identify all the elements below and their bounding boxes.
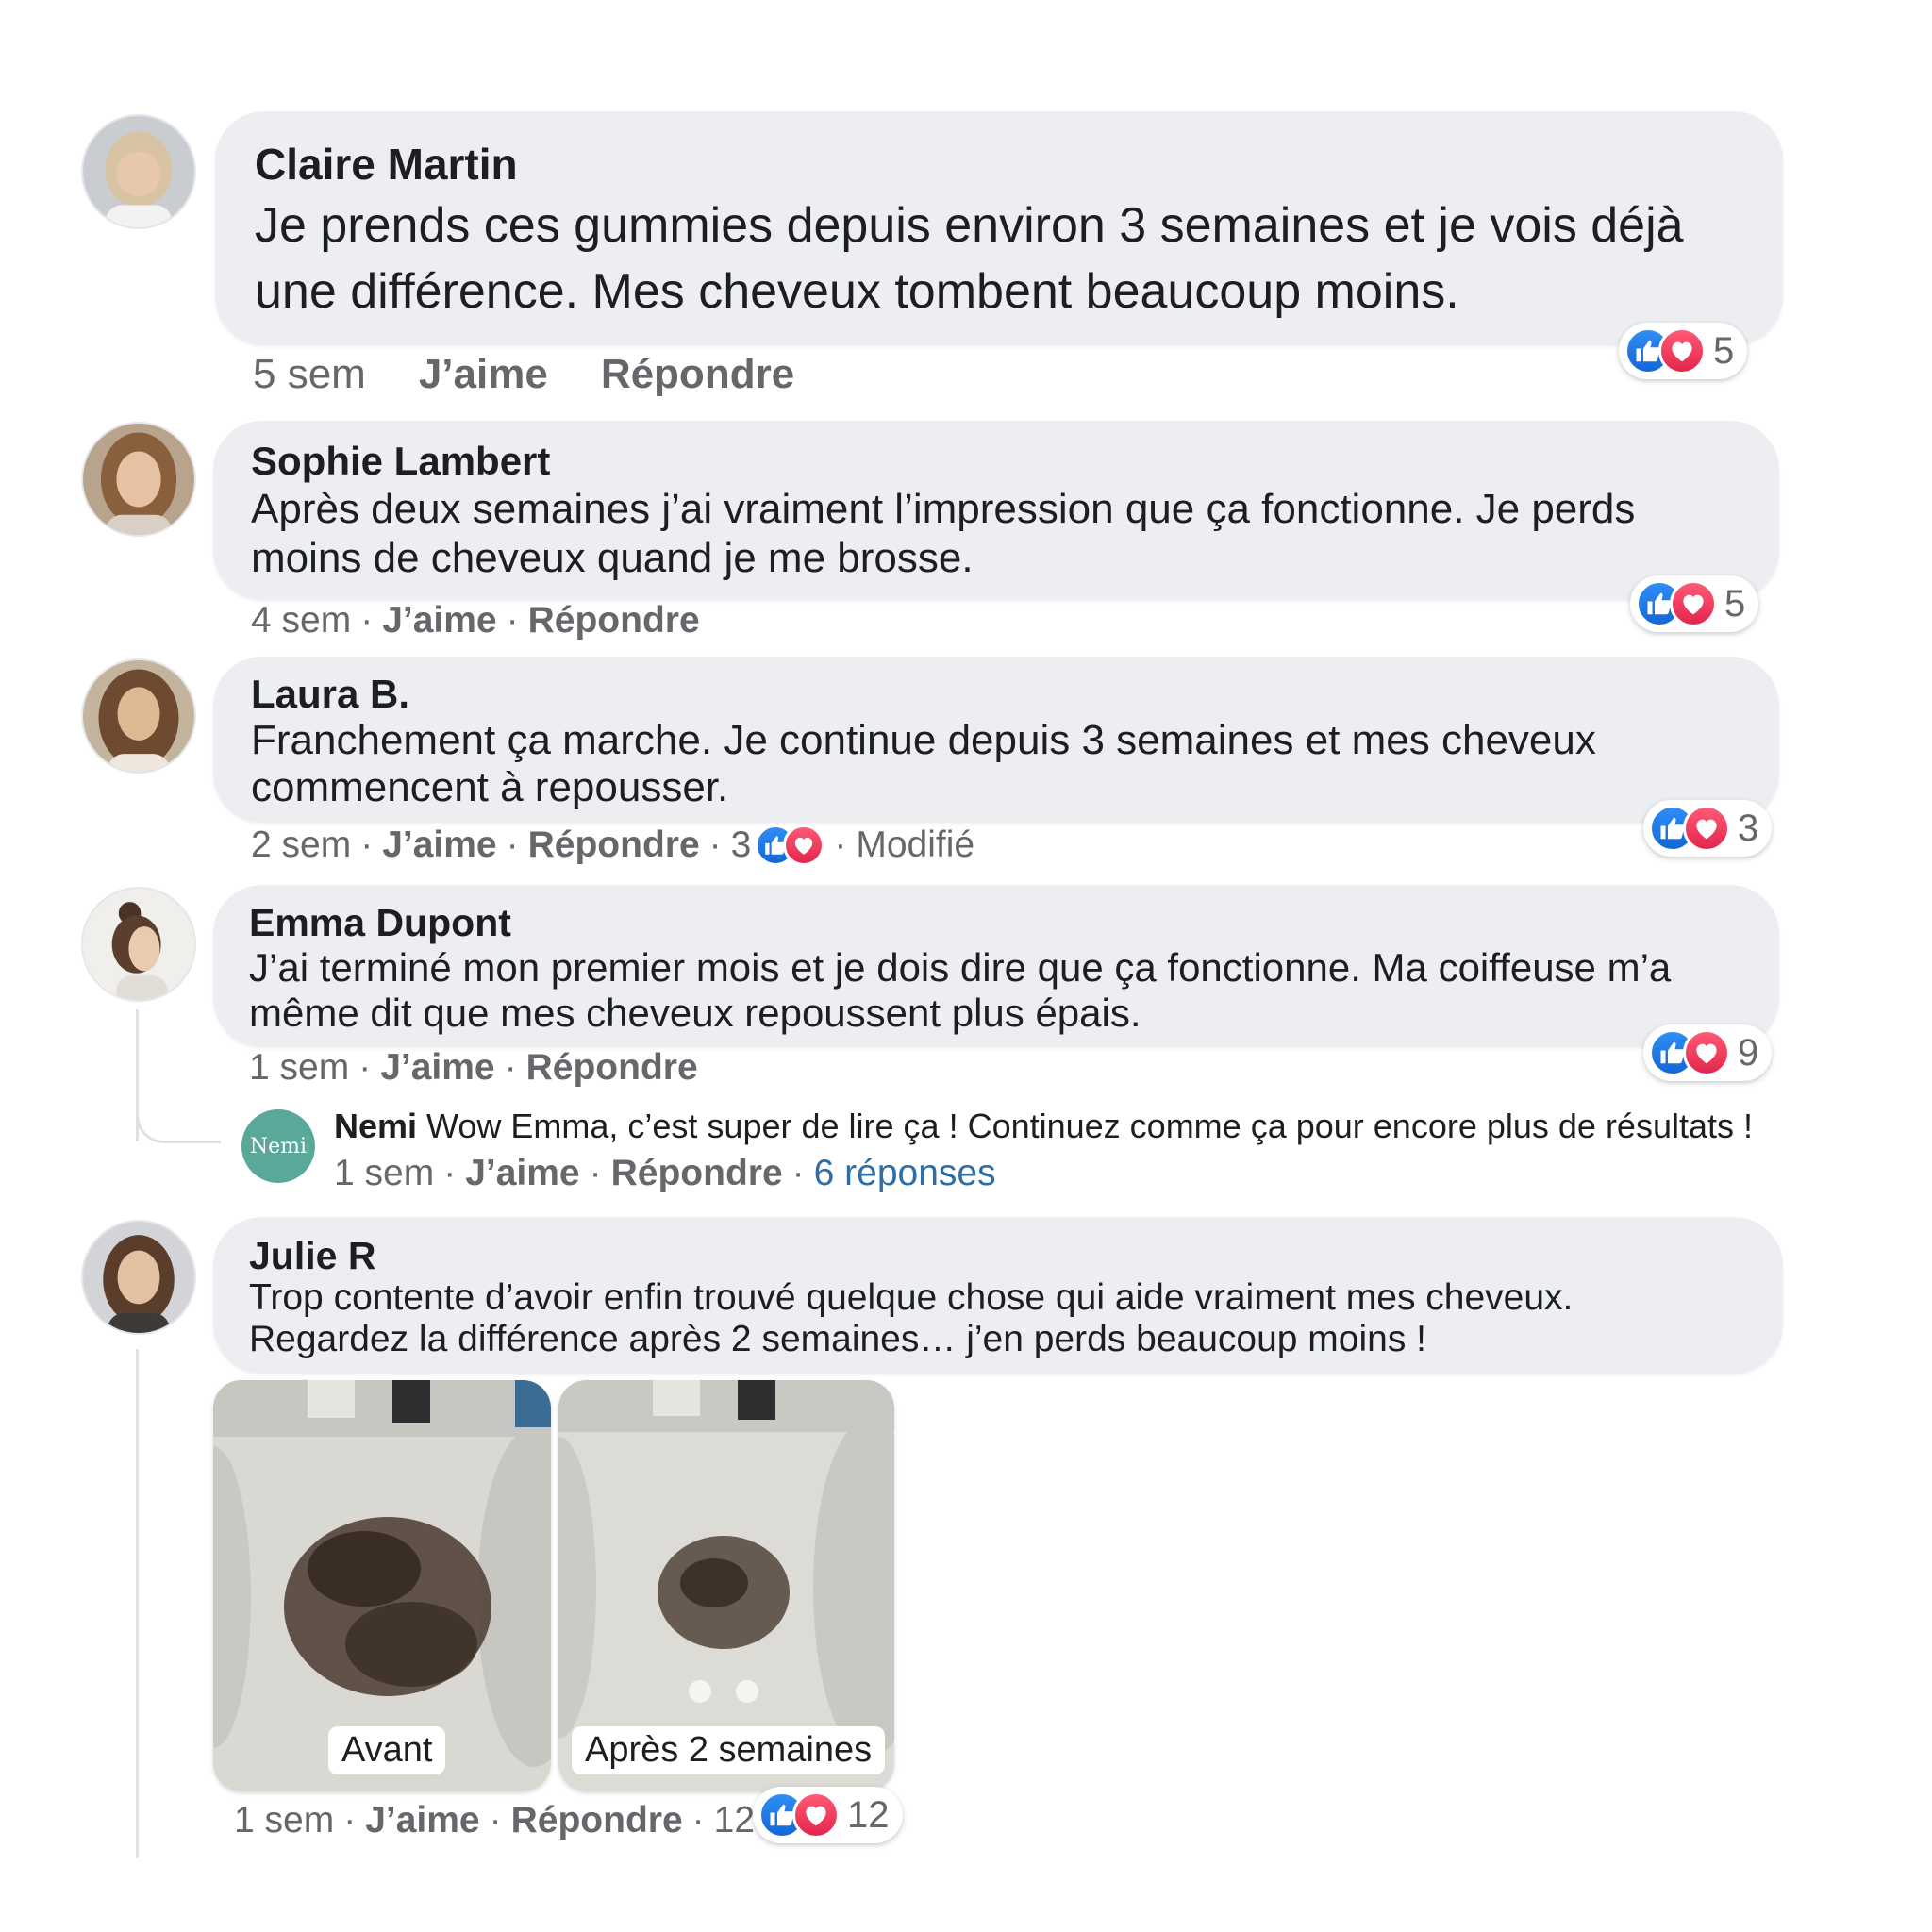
nemi-logo-avatar[interactable]: Nemi (242, 1109, 315, 1183)
reaction-count: 12 (847, 1793, 890, 1836)
love-icon (792, 1791, 840, 1839)
separator-dot: · (791, 1153, 805, 1193)
reaction-summary[interactable]: 12 (753, 1787, 903, 1843)
reply-actions: 1 sem · J’aime · Répondre · 6 réponses (334, 1153, 996, 1194)
comment-author[interactable]: Laura B. (251, 672, 1741, 717)
thread-connector-emma (136, 1085, 221, 1143)
separator-dot: · (360, 824, 374, 865)
comment-bubble: Emma Dupont J’ai terminé mon premier moi… (213, 885, 1779, 1047)
comment-text: Après deux semaines j’ai vraiment l’impr… (251, 485, 1741, 583)
comment-actions: 1 sem · J’aime · Répondre · 12 (234, 1800, 755, 1841)
reaction-count: 9 (1738, 1031, 1759, 1074)
comment-text: Je prends ces gummies depuis environ 3 s… (255, 192, 1745, 325)
comment-actions: 1 sem · J’aime · Répondre (249, 1047, 698, 1089)
comment-author[interactable]: Julie R (249, 1234, 1745, 1277)
reply-button[interactable]: Répondre (528, 824, 700, 866)
love-icon (1683, 805, 1730, 852)
reply-button[interactable]: Répondre (601, 351, 794, 398)
comment-time[interactable]: 4 sem (251, 600, 351, 641)
comment-bubble: Sophie Lambert Après deux semaines j’ai … (213, 421, 1779, 600)
photo-label-after: Après 2 semaines (572, 1726, 886, 1774)
comment-actions: 2 sem · J’aime · Répondre · 3 · Modifié (251, 824, 974, 866)
like-button[interactable]: J’aime (382, 600, 496, 641)
separator-dot: · (343, 1800, 357, 1840)
comment-text: J’ai terminé mon premier mois et je dois… (249, 945, 1741, 1036)
comment-text-line: Regardez la différence après 2 semaines…… (249, 1319, 1426, 1359)
separator-dot: · (443, 1153, 457, 1193)
edited-label: Modifié (856, 824, 975, 865)
comment-actions: 5 sem J’aime Répondre (253, 351, 794, 398)
love-icon (783, 824, 825, 866)
avatar[interactable] (83, 1222, 194, 1333)
separator-dot: · (506, 824, 519, 865)
separator-dot: · (834, 824, 847, 865)
comment-text-line: Je prends ces gummies depuis environ 3 s… (255, 198, 1684, 253)
reply-reply-button[interactable]: Répondre (611, 1153, 783, 1194)
view-replies-link[interactable]: 6 réponses (814, 1153, 996, 1194)
inline-reactions[interactable] (755, 824, 825, 866)
comment-time[interactable]: 5 sem (253, 351, 366, 398)
comment-bubble: Claire Martin Je prends ces gummies depu… (215, 111, 1783, 345)
reply-button[interactable]: Répondre (511, 1800, 683, 1841)
inline-reaction-count: 3 (730, 824, 752, 865)
comment-text-line: Après deux semaines j’ai vraiment l’impr… (251, 486, 1636, 532)
comment-time[interactable]: 1 sem (249, 1047, 349, 1089)
comment-time[interactable]: 2 sem (251, 824, 351, 866)
reply-comment: Nemi Wow Emma, c’est super de lire ça ! … (334, 1106, 1753, 1147)
separator-dot: · (489, 1800, 502, 1840)
avatar[interactable] (83, 116, 194, 227)
separator-dot: · (589, 1153, 602, 1193)
inline-reaction-count: 12 (713, 1800, 756, 1840)
separator-dot: · (360, 600, 374, 641)
avatar[interactable] (83, 424, 194, 535)
comment-time[interactable]: 1 sem (234, 1800, 334, 1841)
thread-line-julie (136, 1349, 139, 1858)
separator-dot: · (691, 1800, 705, 1840)
reaction-summary[interactable]: 5 (1630, 575, 1759, 632)
comment-bubble: Julie R Trop contente d’avoir enfin trou… (213, 1217, 1783, 1374)
love-icon (1670, 580, 1717, 627)
reply-button[interactable]: Répondre (526, 1047, 698, 1089)
love-icon (1683, 1029, 1730, 1076)
reaction-summary[interactable]: 5 (1619, 323, 1748, 379)
reply-button[interactable]: Répondre (528, 600, 700, 641)
comment-text-line: Franchement ça marche. Je continue depui… (251, 717, 1596, 763)
reply-author[interactable]: Nemi (334, 1107, 417, 1145)
reaction-count: 5 (1724, 582, 1746, 625)
separator-dot: · (358, 1047, 372, 1088)
comment-text-line: une différence. Mes cheveux tombent beau… (255, 264, 1459, 319)
separator-dot: · (708, 824, 722, 865)
avatar[interactable] (83, 660, 194, 772)
reaction-summary[interactable]: 3 (1643, 800, 1773, 857)
comment-author[interactable]: Sophie Lambert (251, 438, 1741, 485)
comment-actions: 4 sem · J’aime · Répondre (251, 600, 700, 641)
avatar[interactable] (83, 889, 194, 1000)
comment-text-line: commencent à repousser. (251, 764, 729, 810)
reply-text: Wow Emma, c’est super de lire ça ! Conti… (426, 1107, 1753, 1145)
like-button[interactable]: J’aime (419, 351, 548, 398)
reaction-count: 5 (1713, 329, 1735, 372)
photo-label-before: Avant (328, 1726, 446, 1774)
comment-author[interactable]: Claire Martin (255, 138, 1745, 191)
comment-bubble: Laura B. Franchement ça marche. Je conti… (213, 657, 1779, 823)
like-button[interactable]: J’aime (382, 824, 496, 866)
reply-like-button[interactable]: J’aime (465, 1153, 579, 1194)
comment-text: Franchement ça marche. Je continue depui… (251, 717, 1741, 811)
comment-author[interactable]: Emma Dupont (249, 900, 1741, 945)
separator-dot: · (504, 1047, 517, 1088)
like-button[interactable]: J’aime (365, 1800, 479, 1841)
comment-text: Trop contente d’avoir enfin trouvé quelq… (249, 1277, 1745, 1360)
love-icon (1658, 327, 1706, 375)
nemi-logo-text: Nemi (249, 1134, 308, 1158)
separator-dot: · (506, 600, 519, 641)
comment-text-line: même dit que mes cheveux repoussent plus… (249, 991, 1141, 1035)
like-button[interactable]: J’aime (380, 1047, 494, 1089)
reaction-summary[interactable]: 9 (1643, 1024, 1773, 1081)
comment-text-line: J’ai terminé mon premier mois et je dois… (249, 945, 1672, 990)
reaction-count: 3 (1738, 807, 1759, 849)
comment-text-line: moins de cheveux quand je me brosse. (251, 535, 974, 581)
reply-time[interactable]: 1 sem (334, 1153, 434, 1194)
comment-text-line: Trop contente d’avoir enfin trouvé quelq… (249, 1277, 1574, 1318)
